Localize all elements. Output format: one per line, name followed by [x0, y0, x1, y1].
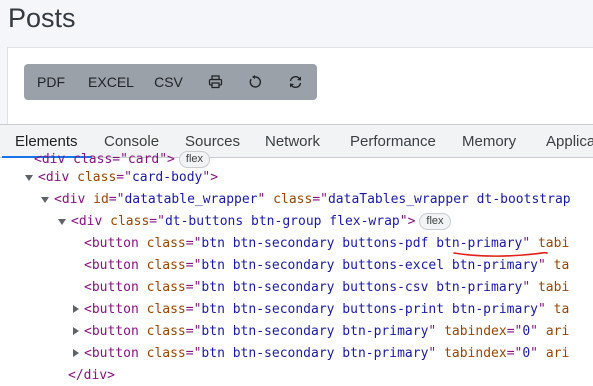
printer-icon [208, 75, 223, 89]
expand-triangle-icon[interactable] [73, 305, 79, 313]
tree-node-button-6[interactable]: <button class="btn btn-secondary btn-pri… [70, 343, 569, 364]
tree-node-datatable-wrapper[interactable]: <div id="datatable_wrapper" class="dataT… [40, 189, 571, 210]
tree-node-dt-buttons[interactable]: <div class="dt-buttons btn-group flex-wr… [57, 211, 451, 232]
elements-tree: <div class="card"> flex <div class="card-… [0, 151, 593, 386]
tab-performance[interactable]: Performance [350, 125, 436, 158]
csv-button[interactable]: CSV [144, 64, 193, 100]
tab-network[interactable]: Network [265, 125, 320, 158]
excel-button[interactable]: EXCEL [78, 64, 144, 100]
flex-badge[interactable]: flex [419, 213, 451, 230]
tree-node-button-csv[interactable]: <button class="btn btn-secondary buttons… [84, 277, 569, 298]
collapse-triangle-icon[interactable] [41, 197, 49, 203]
tree-node-button-print[interactable]: <button class="btn btn-secondary buttons… [70, 299, 569, 320]
tree-node-card-body[interactable]: <div class="card-body"> [24, 167, 218, 188]
rotate-ccw-icon [248, 75, 262, 89]
tab-memory[interactable]: Memory [462, 125, 516, 158]
refresh-icon [288, 75, 303, 89]
collapse-triangle-icon[interactable] [25, 175, 33, 181]
undo-button[interactable] [237, 64, 273, 100]
print-button[interactable] [193, 64, 237, 100]
collapse-triangle-icon[interactable] [58, 219, 66, 225]
export-button-group: PDF EXCEL CSV [24, 64, 317, 100]
tree-node-closing-div[interactable]: </div> [68, 365, 115, 386]
tree-node-button-5[interactable]: <button class="btn btn-secondary btn-pri… [70, 321, 569, 342]
expand-triangle-icon[interactable] [73, 349, 79, 357]
page-title: Posts [8, 3, 76, 33]
tab-application[interactable]: Applica [546, 125, 593, 158]
refresh-button[interactable] [273, 64, 317, 100]
expand-triangle-icon[interactable] [73, 327, 79, 335]
flex-badge[interactable]: flex [178, 151, 211, 168]
pdf-button[interactable]: PDF [24, 64, 78, 100]
red-underline-annotation [453, 251, 548, 257]
